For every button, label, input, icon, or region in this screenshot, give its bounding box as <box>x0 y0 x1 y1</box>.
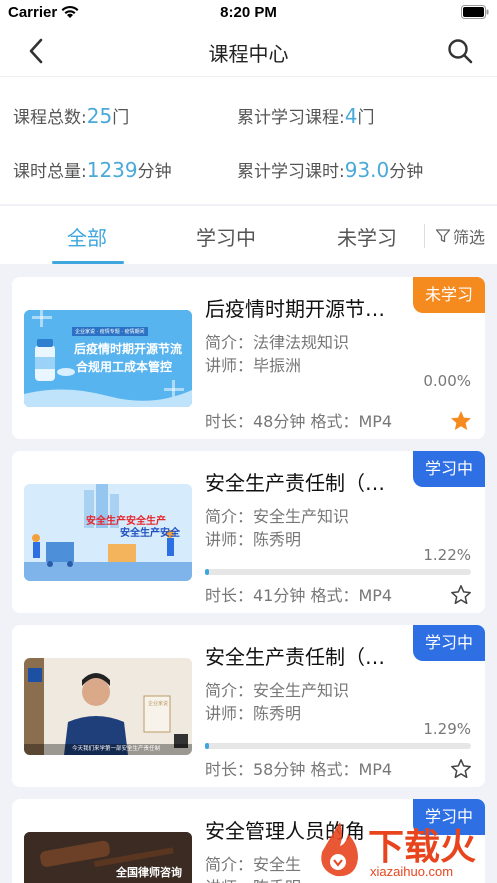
star-outline-icon[interactable] <box>449 757 473 781</box>
studied-hours-stat: 累计学习课时:93.0分钟 <box>237 157 423 182</box>
active-tab-indicator <box>52 261 124 264</box>
filter-label: 筛选 <box>453 228 486 247</box>
status-bar: Carrier 8:20 PM <box>0 0 497 26</box>
navigation-bar: 课程中心 <box>0 26 497 76</box>
course-statistics: 课程总数:25门 累计学习课程:4门 课时总量:1239分钟 累计学习课时:93… <box>0 76 497 204</box>
thumb-headline: 后疫情时期开源节流 <box>74 342 183 356</box>
total-hours-value: 1239 <box>86 158 138 182</box>
studied-hours-unit: 分钟 <box>389 162 424 182</box>
course-intro: 简介：安全生产知识 <box>205 507 350 526</box>
total-courses-value: 25 <box>86 104 113 128</box>
studied-courses-unit: 门 <box>357 108 375 128</box>
clock: 8:20 PM <box>220 4 277 21</box>
status-badge: 学习中 <box>413 451 485 487</box>
course-card[interactable]: 今天我们来学第一部安全生产责任制 企业家说 安全生产责任制（… 简介：安全生产知… <box>12 625 485 787</box>
studied-hours-value: 93.0 <box>344 158 390 182</box>
star-filled-icon[interactable] <box>449 409 473 433</box>
search-icon[interactable] <box>445 36 475 66</box>
progress-percent: 1.22% <box>423 546 471 564</box>
total-hours-unit: 分钟 <box>137 162 172 182</box>
tab-learning[interactable]: 学习中 <box>196 222 256 251</box>
course-meta: 时长：58分钟 格式：MP4 <box>205 760 393 779</box>
thumb-caption: 全国律师咨询日 <box>116 866 182 883</box>
total-courses-stat: 课程总数:25门 <box>13 103 129 128</box>
total-courses-unit: 门 <box>112 108 130 128</box>
course-teacher: 讲师：毕振洲 <box>205 356 302 375</box>
course-title: 后疫情时期开源节… <box>205 297 385 321</box>
progress-bar <box>205 569 471 575</box>
total-hours-label: 课时总量: <box>13 162 87 182</box>
progress-percent: 1.29% <box>423 720 471 738</box>
studied-courses-label: 累计学习课程: <box>237 108 345 128</box>
course-meta: 时长：41分钟 格式：MP4 <box>205 586 393 605</box>
course-teacher: 讲师：陈秀明 <box>205 530 302 549</box>
status-badge: 未学习 <box>413 277 485 313</box>
status-badge: 学习中 <box>413 625 485 661</box>
thumb-tagline: 企业家说 · 疫情专题 · 疫情期间 <box>72 327 148 336</box>
thumb-subheadline: 合规用工成本管控 <box>76 360 173 374</box>
course-intro: 简介：法律法规知识 <box>205 333 350 352</box>
progress-bar-fill <box>205 569 209 575</box>
progress-percent: 0.00% <box>423 372 471 390</box>
progress-bar <box>205 743 471 749</box>
course-thumbnail: 今天我们来学第一部安全生产责任制 企业家说 <box>24 658 192 755</box>
course-tabs: 全部 学习中 未学习 筛选 <box>0 206 497 264</box>
filter-icon <box>435 229 451 243</box>
course-teacher: 讲师：陈秀明 <box>205 704 302 723</box>
course-meta: 时长：48分钟 格式：MP4 <box>205 412 393 431</box>
course-thumbnail: 全国律师咨询日 <box>24 832 192 883</box>
course-intro: 简介：安全生产知识 <box>205 681 350 700</box>
studied-courses-value: 4 <box>344 104 358 128</box>
thumb-subheadline: 安全生产安全 <box>120 528 180 539</box>
thumb-caption: 今天我们来学第一部安全生产责任制 <box>72 746 161 752</box>
star-outline-icon[interactable] <box>449 583 473 607</box>
battery-icon <box>461 5 489 19</box>
total-courses-label: 课程总数: <box>13 108 87 128</box>
progress-bar-fill <box>205 743 209 749</box>
watermark-text: 下载火 <box>368 827 477 868</box>
thumb-sign: 企业家说 <box>148 701 169 707</box>
studied-hours-label: 累计学习课时: <box>237 162 345 182</box>
total-hours-stat: 课时总量:1239分钟 <box>13 157 172 182</box>
course-thumbnail: 安全生产安全生产 安全生产安全 <box>24 484 192 581</box>
course-title: 安全生产责任制（… <box>205 645 385 669</box>
watermark-url: xiazaihuo.com <box>370 864 454 879</box>
course-card[interactable]: 企业家说 · 疫情专题 · 疫情期间 后疫情时期开源节流 合规用工成本管控 后疫… <box>12 277 485 439</box>
watermark-logo: 下载火 xiazaihuo.com <box>300 812 497 883</box>
tab-not-learned[interactable]: 未学习 <box>337 222 397 251</box>
filter-button[interactable]: 筛选 <box>424 224 485 248</box>
course-thumbnail: 企业家说 · 疫情专题 · 疫情期间 后疫情时期开源节流 合规用工成本管控 <box>24 310 192 407</box>
course-title: 安全生产责任制（… <box>205 471 385 495</box>
tab-all[interactable]: 全部 <box>67 222 107 251</box>
course-card[interactable]: 安全生产安全生产 安全生产安全 安全生产责任制（… 简介：安全生产知识 讲师：陈… <box>12 451 485 613</box>
course-intro: 简介：安全生 <box>205 855 302 874</box>
page-title: 课程中心 <box>208 42 289 66</box>
course-teacher: 讲师：陈秀明 <box>205 874 301 883</box>
studied-courses-stat: 累计学习课程:4门 <box>237 103 374 128</box>
